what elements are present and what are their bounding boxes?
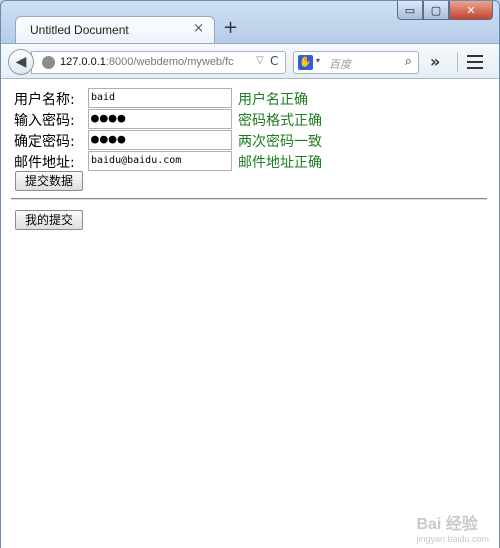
window-controls: ▭ ▢ ✕ xyxy=(397,1,493,21)
url-text: 127.0.0.1:8000/webdemo/myweb/fc xyxy=(60,56,234,68)
back-arrow-icon: ◀ xyxy=(15,54,27,70)
back-button[interactable]: ◀ xyxy=(8,49,34,75)
password-label: 输入密码: xyxy=(14,113,75,129)
hamburger-icon[interactable] xyxy=(467,55,483,69)
username-label: 用户名称: xyxy=(14,92,75,108)
close-tab-icon[interactable]: × xyxy=(193,21,204,36)
toolbar-divider xyxy=(457,52,458,72)
url-bar[interactable]: 127.0.0.1:8000/webdemo/myweb/fc ▽ C xyxy=(31,51,286,74)
overflow-chevron-icon[interactable]: » xyxy=(430,52,440,71)
tab-untitled-document[interactable]: Untitled Document × xyxy=(15,16,215,44)
reload-icon[interactable]: C xyxy=(270,54,278,68)
divider xyxy=(11,198,487,200)
watermark-main: Bai 经验 xyxy=(416,516,478,533)
email-label: 邮件地址: xyxy=(14,155,75,171)
password-field[interactable]: ●●●● xyxy=(88,109,232,129)
close-window-button[interactable]: ✕ xyxy=(449,1,493,20)
globe-icon xyxy=(42,56,55,69)
tab-title: Untitled Document xyxy=(30,23,129,37)
password-message: 密码格式正确 xyxy=(238,113,322,129)
url-host: 127.0.0.1 xyxy=(60,56,106,68)
minimize-button[interactable]: ▭ xyxy=(397,1,423,20)
url-path: :8000/webdemo/myweb/fc xyxy=(105,56,234,68)
watermark-logo: Bai 经验 jingyan.baidu.com xyxy=(416,510,489,544)
confirm-message: 两次密码一致 xyxy=(238,134,322,150)
tab-strip: Untitled Document × + ▭ ▢ ✕ xyxy=(1,1,499,44)
confirm-label: 确定密码: xyxy=(14,134,75,150)
url-dropdown-icon[interactable]: ▽ xyxy=(256,55,264,66)
email-message: 邮件地址正确 xyxy=(238,155,322,171)
username-field[interactable]: baid xyxy=(88,88,232,108)
watermark-sub: jingyan.baidu.com xyxy=(416,534,489,544)
submit-button[interactable]: 提交数据 xyxy=(15,171,84,191)
paw-icon[interactable]: ✋ xyxy=(298,55,313,70)
email-field[interactable]: baidu@baidu.com xyxy=(88,151,232,171)
search-bar[interactable]: ✋ ▾ 百度 ⌕ xyxy=(293,51,419,74)
search-engine-dropdown-icon[interactable]: ▾ xyxy=(316,56,320,65)
username-message: 用户名正确 xyxy=(238,92,308,108)
navigation-bar: 127.0.0.1:8000/webdemo/myweb/fc ▽ C ◀ ✋ … xyxy=(1,43,499,79)
magnifier-icon[interactable]: ⌕ xyxy=(405,54,412,69)
search-placeholder: 百度 xyxy=(329,58,351,71)
browser-window: Untitled Document × + ▭ ▢ ✕ 127.0.0.1:80… xyxy=(0,0,500,548)
new-tab-icon[interactable]: + xyxy=(223,19,238,37)
maximize-button[interactable]: ▢ xyxy=(423,1,449,20)
page-content: 用户名称: baid 用户名正确 输入密码: ●●●● 密码格式正确 确定密码:… xyxy=(1,79,499,548)
my-submit-button[interactable]: 我的提交 xyxy=(15,210,84,230)
confirm-password-field[interactable]: ●●●● xyxy=(88,130,232,150)
